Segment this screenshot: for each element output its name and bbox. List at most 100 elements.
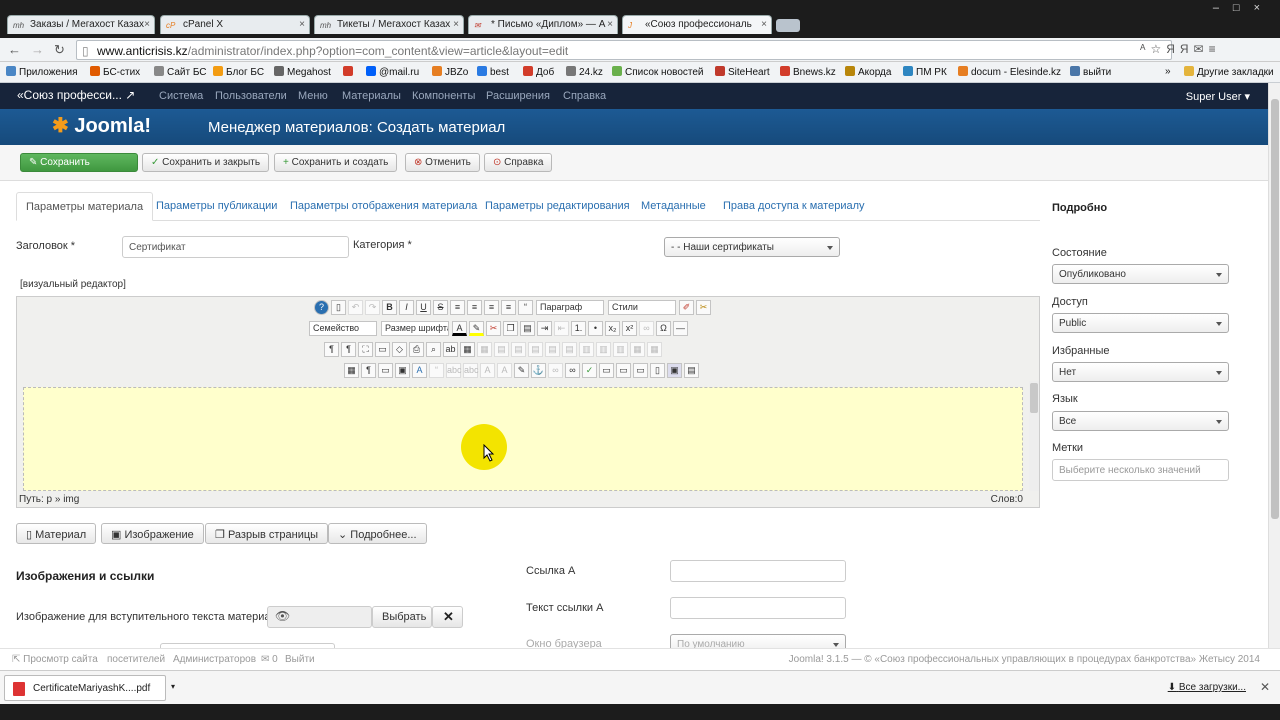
bookmark-item[interactable]: Акорда <box>845 66 891 78</box>
code-icon[interactable]: ◇ <box>392 342 407 357</box>
access-select[interactable]: Public <box>1052 313 1229 333</box>
other-bookmarks[interactable]: Другие закладки <box>1184 66 1274 78</box>
menu-extensions[interactable]: Расширения <box>486 90 550 102</box>
anchor-icon[interactable]: ⚓ <box>531 363 546 378</box>
outdent-icon[interactable]: ⇤ <box>554 321 569 336</box>
forward-icon[interactable]: → <box>31 42 44 57</box>
intro-image-field[interactable]: 👁 <box>267 606 372 628</box>
redo-icon[interactable]: ↷ <box>365 300 380 315</box>
browser-window-select[interactable]: По умолчанию <box>670 634 846 648</box>
site-brand-link[interactable]: «Союз професси... ↗ <box>17 88 135 102</box>
tab-display[interactable]: Параметры отображения материала <box>290 200 477 212</box>
new-tab-button[interactable] <box>776 19 800 32</box>
cancel-button[interactable]: ⊗ Отменить <box>405 153 480 172</box>
bookmark-item[interactable]: БС-стих <box>90 66 140 78</box>
bookmark-item[interactable]: 24.kz <box>566 66 603 78</box>
tab-article-options[interactable]: Параметры материала <box>16 192 154 221</box>
layer-icon[interactable]: ▭ <box>616 363 631 378</box>
link-text-a-input[interactable] <box>670 597 846 619</box>
window-controls[interactable]: –□× <box>1213 2 1274 14</box>
acronym-icon[interactable]: abc <box>463 363 479 378</box>
save-doc-icon[interactable]: ▤ <box>684 363 699 378</box>
bookmark-item[interactable]: Список новостей <box>612 66 704 78</box>
attribs-icon[interactable]: ✎ <box>514 363 529 378</box>
blockquote-icon[interactable]: “ <box>518 300 533 315</box>
cell-props-icon[interactable]: ▤ <box>511 342 526 357</box>
subscript-icon[interactable]: x₂ <box>605 321 620 336</box>
menu-help[interactable]: Справка <box>563 90 606 102</box>
align-justify-icon[interactable]: ≡ <box>450 300 465 315</box>
delete-col-icon[interactable]: ▥ <box>613 342 628 357</box>
visual-aid-icon[interactable]: ▦ <box>344 363 359 378</box>
scrollbar-thumb[interactable] <box>1271 99 1279 519</box>
close-icon[interactable]: × <box>144 19 150 30</box>
browser-tab-3[interactable]: mh Тикеты / Мегахост Казах × <box>314 15 464 34</box>
bookmarks-more[interactable]: » <box>1165 66 1171 77</box>
visual-chars-icon[interactable]: ▭ <box>378 363 393 378</box>
readmore-button[interactable]: ⌄ Подробнее... <box>328 523 427 544</box>
ordered-list-icon[interactable]: 1. <box>571 321 586 336</box>
save-button[interactable]: ✎ Сохранить <box>20 153 138 172</box>
menu-components[interactable]: Компоненты <box>412 90 475 102</box>
bookmark-item[interactable]: SiteHeart <box>715 66 770 78</box>
highlight-icon[interactable]: ✎ <box>469 321 484 336</box>
bookmark-item[interactable]: Блог БС <box>213 66 264 78</box>
broom-icon[interactable]: ✂ <box>696 300 711 315</box>
copy-icon[interactable]: ❐ <box>503 321 518 336</box>
menu-content[interactable]: Материалы <box>342 90 401 102</box>
extension-icons[interactable]: ᴬ☆ЯЯ✉≡ <box>1140 42 1221 56</box>
ltr-icon[interactable]: ¶ <box>324 342 339 357</box>
browser-tab-2[interactable]: cP cPanel X × <box>160 15 310 34</box>
image-icon[interactable]: ▣ <box>395 363 410 378</box>
find-icon[interactable]: ⌕ <box>426 342 441 357</box>
close-icon[interactable]: × <box>607 19 613 30</box>
insert-link-icon[interactable]: ∞ <box>565 363 580 378</box>
logout-link[interactable]: Выйти <box>285 654 315 665</box>
align-right-icon[interactable]: ≡ <box>501 300 516 315</box>
new-document-icon[interactable]: ▯ <box>331 300 346 315</box>
close-icon[interactable]: ✕ <box>1260 680 1270 694</box>
browser-tab-5[interactable]: J «Союз профессиональ × <box>622 15 772 34</box>
replace-icon[interactable]: ab <box>443 342 458 357</box>
bold-icon[interactable]: B <box>382 300 397 315</box>
back-icon[interactable]: ← <box>8 42 21 57</box>
chevron-down-icon[interactable]: ▾ <box>171 682 175 691</box>
bookmark-item[interactable] <box>343 66 356 78</box>
preview-icon[interactable]: ▭ <box>375 342 390 357</box>
table-icon[interactable]: ▦ <box>460 342 475 357</box>
language-select[interactable]: Все <box>1052 411 1229 431</box>
align-center-icon[interactable]: ≡ <box>467 300 482 315</box>
bookmark-item[interactable]: JBZo <box>432 66 468 78</box>
page-scrollbar[interactable] <box>1268 83 1280 670</box>
del-icon[interactable]: A <box>480 363 495 378</box>
table-props-icon[interactable]: ▦ <box>477 342 492 357</box>
template-icon[interactable]: ▭ <box>599 363 614 378</box>
cite-icon[interactable]: “ <box>429 363 444 378</box>
media-icon[interactable]: ▭ <box>633 363 648 378</box>
abbr-icon[interactable]: abc <box>446 363 462 378</box>
print-icon[interactable]: ⎙ <box>409 342 424 357</box>
indent-icon[interactable]: ⇥ <box>537 321 552 336</box>
merge-cells-icon[interactable]: ▦ <box>647 342 662 357</box>
emotion-icon[interactable]: ▣ <box>667 363 682 378</box>
italic-icon[interactable]: I <box>399 300 414 315</box>
row-before-icon[interactable]: ▤ <box>528 342 543 357</box>
horizontal-rule-icon[interactable]: — <box>673 321 688 336</box>
tab-publishing[interactable]: Параметры публикации <box>156 200 277 212</box>
style-props-icon[interactable]: A <box>412 363 427 378</box>
paste-icon[interactable]: ▤ <box>520 321 535 336</box>
col-before-icon[interactable]: ▥ <box>579 342 594 357</box>
insert-image-button[interactable]: ▣ Изображение <box>101 523 204 544</box>
bookmark-item[interactable]: @mail.ru <box>366 66 419 78</box>
tab-editing[interactable]: Параметры редактирования <box>485 200 630 212</box>
help-button[interactable]: ⊙ Справка <box>484 153 553 172</box>
menu-menus[interactable]: Меню <box>298 90 328 102</box>
view-site-link[interactable]: ⇱ Просмотр сайта <box>12 654 98 665</box>
tab-metadata[interactable]: Метаданные <box>641 200 706 212</box>
split-cells-icon[interactable]: ▦ <box>630 342 645 357</box>
menu-users[interactable]: Пользователи <box>215 90 287 102</box>
bookmark-item[interactable]: Доб <box>523 66 554 78</box>
special-char-icon[interactable]: Ω <box>656 321 671 336</box>
reload-icon[interactable]: ↻ <box>54 42 65 58</box>
align-left-icon[interactable]: ≡ <box>484 300 499 315</box>
